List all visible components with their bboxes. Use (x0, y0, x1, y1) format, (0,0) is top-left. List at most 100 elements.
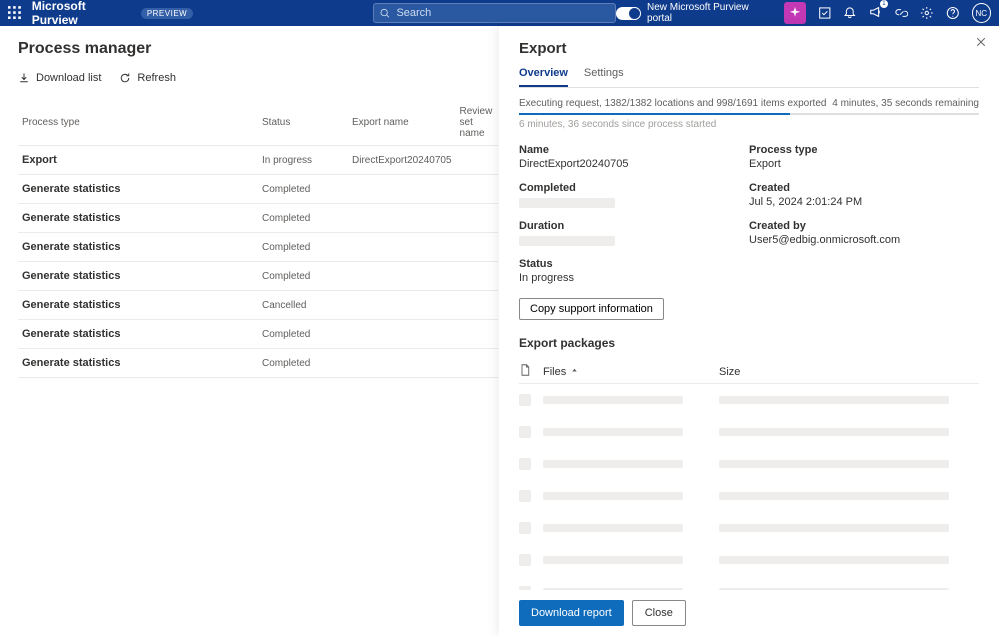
export-packages-title: Export packages (519, 336, 979, 350)
file-row (519, 448, 979, 480)
search-input[interactable] (396, 7, 608, 19)
download-list-button[interactable]: Download list (18, 72, 101, 84)
cell-status: Completed (258, 262, 348, 291)
created-value: Jul 5, 2024 2:01:24 PM (749, 196, 979, 208)
portal-toggle[interactable] (616, 7, 641, 20)
sparkle-icon (789, 7, 801, 19)
search-icon (380, 8, 390, 19)
download-report-button[interactable]: Download report (519, 600, 624, 626)
remaining-text: 4 minutes, 35 seconds remaining (832, 98, 979, 109)
search-box[interactable] (373, 3, 616, 23)
elapsed-text: 6 minutes, 36 seconds since process star… (519, 119, 979, 130)
cell-export-name (348, 262, 456, 291)
close-panel-button[interactable] (975, 36, 987, 48)
cell-status: Completed (258, 175, 348, 204)
created-label: Created (749, 182, 979, 194)
cell-export-name: DirectExport20240705 (348, 146, 456, 175)
bell-icon[interactable] (843, 6, 857, 20)
download-icon (18, 72, 30, 84)
cell-status: Completed (258, 204, 348, 233)
tab-overview[interactable]: Overview (519, 67, 568, 87)
cell-export-name (348, 204, 456, 233)
table-row[interactable]: Generate statisticsCompleted (18, 204, 498, 233)
table-row[interactable]: ExportIn progressDirectExport20240705 (18, 146, 498, 175)
cell-status: Completed (258, 233, 348, 262)
cell-export-name (348, 349, 456, 378)
cell-export-name (348, 320, 456, 349)
file-row (519, 544, 979, 576)
cell-process-type: Generate statistics (18, 320, 258, 349)
export-panel: Export Overview Settings Executing reque… (499, 26, 999, 636)
table-row[interactable]: Generate statisticsCompleted (18, 349, 498, 378)
user-avatar[interactable]: NC (972, 3, 991, 23)
files-column-header[interactable]: Files (543, 366, 719, 378)
diagnostics-icon[interactable] (818, 6, 832, 20)
col-review-set[interactable]: Review set name (456, 100, 498, 146)
completed-label: Completed (519, 182, 749, 194)
close-button[interactable]: Close (632, 600, 686, 626)
cell-review-set (456, 349, 498, 378)
cell-export-name (348, 175, 456, 204)
completed-shimmer (519, 198, 615, 208)
table-row[interactable]: Generate statisticsCancelled (18, 291, 498, 320)
duration-shimmer (519, 236, 615, 246)
cell-process-type: Generate statistics (18, 262, 258, 291)
cell-review-set (456, 146, 498, 175)
process-table: Process type Status Export name Review s… (18, 100, 498, 378)
refresh-icon (119, 72, 131, 84)
table-row[interactable]: Generate statisticsCompleted (18, 262, 498, 291)
refresh-button[interactable]: Refresh (119, 72, 176, 84)
app-header: Microsoft Purview PREVIEW New Microsoft … (0, 0, 999, 26)
cell-process-type: Generate statistics (18, 204, 258, 233)
name-value: DirectExport20240705 (519, 158, 749, 170)
waffle-icon[interactable] (8, 6, 22, 20)
copy-support-button[interactable]: Copy support information (519, 298, 664, 320)
size-column-header[interactable]: Size (719, 366, 740, 378)
preview-badge: PREVIEW (141, 8, 193, 19)
file-row (519, 416, 979, 448)
copilot-button[interactable] (784, 2, 805, 24)
cell-process-type: Export (18, 146, 258, 175)
table-row[interactable]: Generate statisticsCompleted (18, 320, 498, 349)
download-list-label: Download list (36, 72, 101, 84)
col-export-name[interactable]: Export name (348, 100, 456, 146)
col-status[interactable]: Status (258, 100, 348, 146)
cell-process-type: Generate statistics (18, 349, 258, 378)
link-icon[interactable] (895, 6, 909, 20)
cell-status: In progress (258, 146, 348, 175)
process-type-value: Export (749, 158, 979, 170)
file-row (519, 576, 979, 590)
tab-settings[interactable]: Settings (584, 67, 624, 87)
status-label: Status (519, 258, 749, 270)
cell-review-set (456, 320, 498, 349)
cell-export-name (348, 233, 456, 262)
feedback-button[interactable]: 1 (869, 5, 883, 22)
file-row (519, 384, 979, 416)
cell-review-set (456, 291, 498, 320)
cell-process-type: Generate statistics (18, 175, 258, 204)
table-row[interactable]: Generate statisticsCompleted (18, 175, 498, 204)
duration-label: Duration (519, 220, 749, 232)
file-icon (519, 364, 531, 376)
progress-bar (519, 113, 979, 115)
created-by-label: Created by (749, 220, 979, 232)
sort-asc-icon (570, 367, 579, 376)
cell-export-name (348, 291, 456, 320)
progress-text: Executing request, 1382/1382 locations a… (519, 98, 826, 109)
table-row[interactable]: Generate statisticsCompleted (18, 233, 498, 262)
refresh-label: Refresh (137, 72, 176, 84)
cell-process-type: Generate statistics (18, 291, 258, 320)
brand-name[interactable]: Microsoft Purview (32, 0, 133, 27)
process-type-label: Process type (749, 144, 979, 156)
close-icon (975, 36, 987, 48)
file-row (519, 512, 979, 544)
cell-status: Cancelled (258, 291, 348, 320)
name-label: Name (519, 144, 749, 156)
help-icon[interactable] (946, 6, 960, 20)
cell-review-set (456, 262, 498, 291)
col-process-type[interactable]: Process type (18, 100, 258, 146)
panel-title: Export (519, 40, 979, 57)
cell-process-type: Generate statistics (18, 233, 258, 262)
toggle-label: New Microsoft Purview portal (647, 2, 772, 24)
gear-icon[interactable] (920, 6, 934, 20)
